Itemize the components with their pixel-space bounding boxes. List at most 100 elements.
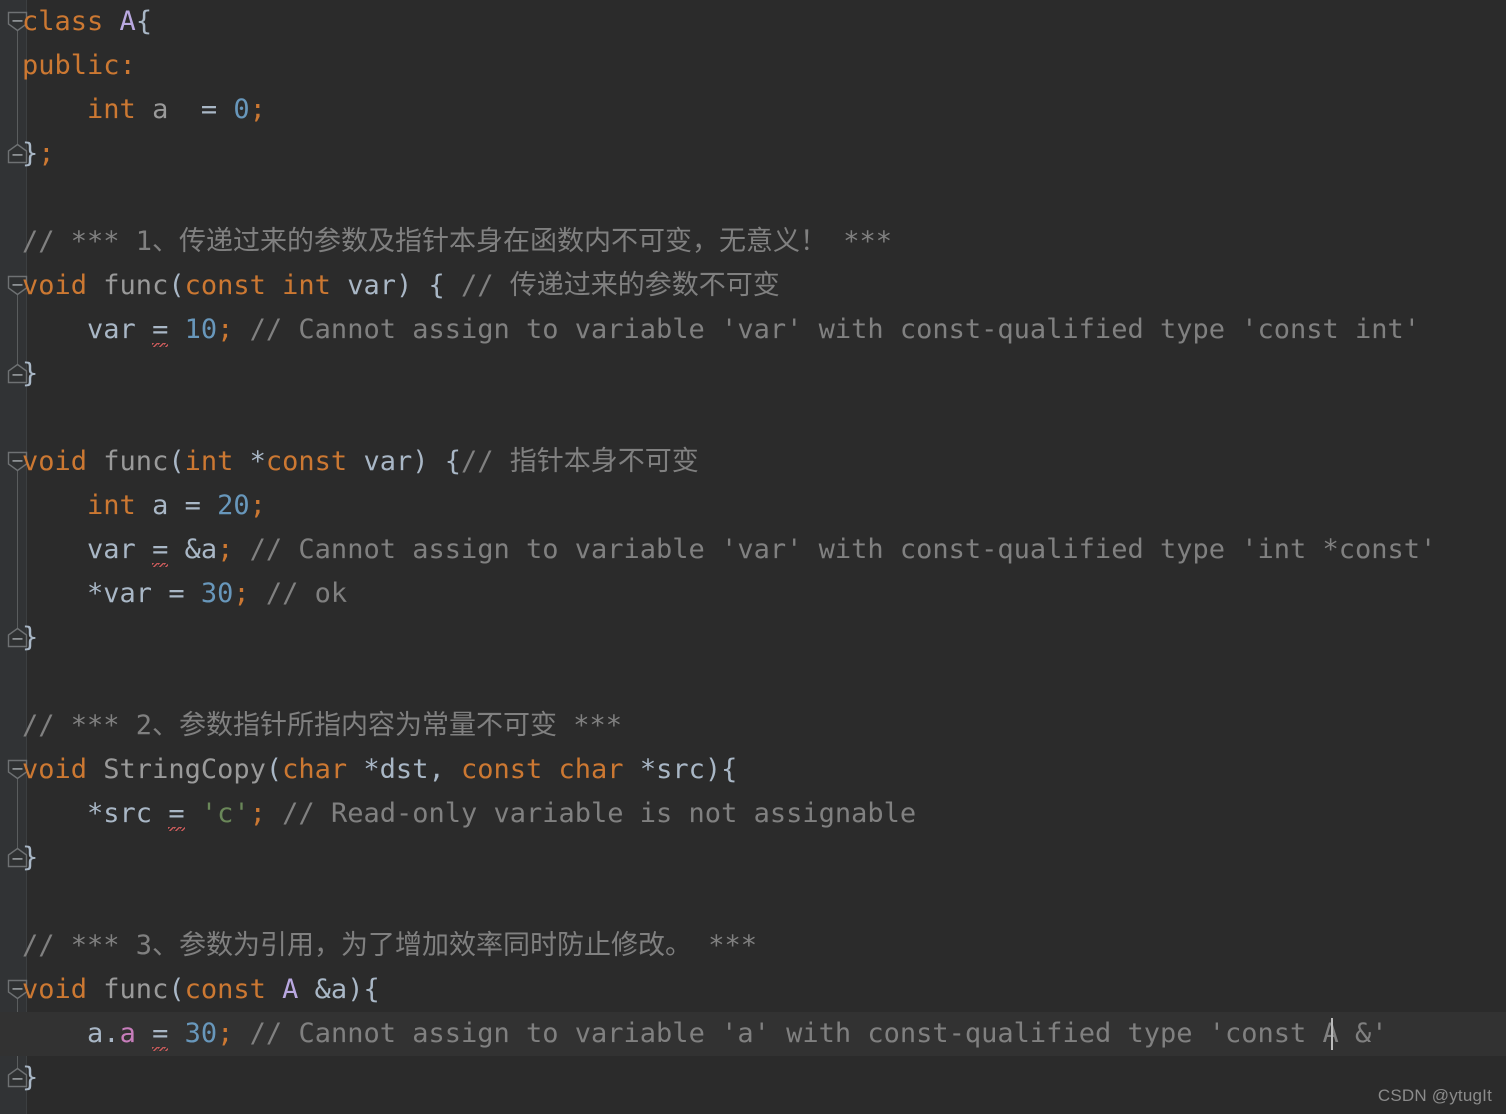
token-number-20: 20: [217, 490, 250, 521]
token-paren-close: ): [412, 446, 429, 477]
token-field-a: a: [152, 94, 169, 125]
token-brace-close: }: [22, 1062, 39, 1093]
token-keyword-const: const: [184, 974, 266, 1005]
code-line-20[interactable]: }: [0, 836, 1506, 880]
token-paren-open: (: [168, 446, 185, 477]
token-keyword-char: char: [282, 754, 348, 785]
code-line-2[interactable]: public:: [0, 44, 1506, 88]
token-assign-error: =: [152, 528, 169, 572]
code-editor[interactable]: class A{ public: int a = 0; }; // *** 1、…: [0, 0, 1506, 1114]
token-dot: .: [103, 1018, 120, 1049]
code-line-25[interactable]: }: [0, 1056, 1506, 1100]
token-class-name-a: A: [282, 974, 299, 1005]
token-ident-a: a: [152, 490, 169, 521]
token-semicolon: ;: [217, 1018, 234, 1049]
token-param-src: *src: [639, 754, 705, 785]
token-semicolon: ;: [217, 314, 234, 345]
token-assign: =: [168, 578, 185, 609]
token-ref-param-a: &a: [314, 974, 348, 1005]
comment-error-1: // Cannot assign to variable 'var' with …: [249, 314, 1421, 345]
code-line-9[interactable]: }: [0, 352, 1506, 396]
token-deref-var: *var: [87, 578, 153, 609]
token-address-of-a: &a: [184, 534, 218, 565]
token-brace-open: {: [444, 446, 462, 477]
token-assign-error: =: [152, 308, 169, 352]
token-brace-open: {: [135, 6, 153, 37]
token-keyword-public: public:: [22, 50, 136, 81]
token-deref-src: *src: [87, 798, 153, 829]
code-line-23[interactable]: void func(const A &a){: [0, 968, 1506, 1012]
token-assign-error: =: [168, 792, 185, 836]
token-keyword-char: char: [558, 754, 624, 785]
token-brace-close: }: [22, 138, 39, 169]
token-number-0: 0: [233, 94, 250, 125]
token-keyword-int: int: [184, 446, 234, 477]
token-number-30: 30: [200, 578, 234, 609]
token-char-literal: 'c': [200, 798, 250, 829]
code-line-10[interactable]: [0, 396, 1506, 440]
code-line-24[interactable]: a.a = 30; // Cannot assign to variable '…: [0, 1012, 1506, 1056]
code-line-13[interactable]: var = &a; // Cannot assign to variable '…: [0, 528, 1506, 572]
token-assign: =: [184, 490, 201, 521]
token-ident-var: var: [87, 534, 136, 565]
code-line-11[interactable]: void func(int *const var) {// 指针本身不可变: [0, 440, 1506, 484]
token-semicolon: ;: [249, 798, 266, 829]
code-line-7[interactable]: void func(const int var) { // 传递过来的参数不可变: [0, 264, 1506, 308]
token-assign-error: =: [152, 1012, 169, 1056]
token-param-var: var: [347, 270, 396, 301]
token-keyword-const: const: [460, 754, 543, 785]
code-content[interactable]: class A{ public: int a = 0; }; // *** 1、…: [0, 0, 1506, 1114]
token-member-a: a: [119, 1018, 136, 1049]
token-number-30: 30: [184, 1018, 218, 1049]
code-line-22[interactable]: // *** 3、参数为引用，为了增加效率同时防止修改。 ***: [0, 924, 1506, 968]
token-comma: ,: [428, 754, 445, 785]
token-ident-a: a: [87, 1018, 104, 1049]
code-line-19[interactable]: *src = 'c'; // Read-only variable is not…: [0, 792, 1506, 836]
code-line-8[interactable]: var = 10; // Cannot assign to variable '…: [0, 308, 1506, 352]
token-asterisk: *: [249, 446, 266, 477]
token-keyword-int: int: [87, 94, 136, 125]
code-line-1[interactable]: class A{: [0, 0, 1506, 44]
comment-error-2: // Cannot assign to variable 'var' with …: [249, 534, 1437, 565]
token-keyword-const: const: [184, 270, 266, 301]
code-line-12[interactable]: int a = 20;: [0, 484, 1506, 528]
code-line-16[interactable]: [0, 660, 1506, 704]
token-function-func: func: [103, 270, 169, 301]
token-function-func: func: [103, 446, 169, 477]
comment-section-1: // *** 1、传递过来的参数及指针本身在函数内不可变，无意义！ ***: [22, 226, 893, 257]
token-brace-open: {: [363, 974, 380, 1005]
token-paren-open: (: [168, 974, 185, 1005]
text-caret: [1331, 1018, 1333, 1050]
code-line-4[interactable]: };: [0, 132, 1506, 176]
code-line-3[interactable]: int a = 0;: [0, 88, 1506, 132]
token-keyword-void: void: [22, 974, 88, 1005]
token-function-func: func: [103, 974, 169, 1005]
token-keyword-int: int: [87, 490, 136, 521]
code-line-6[interactable]: // *** 1、传递过来的参数及指针本身在函数内不可变，无意义！ ***: [0, 220, 1506, 264]
token-semicolon: ;: [249, 94, 266, 125]
token-param-dst: *dst: [363, 754, 429, 785]
comment-ok: // ok: [265, 578, 348, 609]
code-line-14[interactable]: *var = 30; // ok: [0, 572, 1506, 616]
token-paren-open: (: [265, 754, 283, 785]
token-class-name-a: A: [119, 6, 136, 37]
code-line-17[interactable]: // *** 2、参数指针所指内容为常量不可变 ***: [0, 704, 1506, 748]
code-line-21[interactable]: [0, 880, 1506, 924]
token-brace-open: {: [721, 754, 738, 785]
comment-inline-1: // 传递过来的参数不可变: [461, 270, 780, 301]
comment-inline-2: // 指针本身不可变: [461, 446, 699, 477]
token-brace-close: }: [22, 842, 39, 873]
comment-error-3: // Read-only variable is not assignable: [282, 798, 917, 829]
token-semicolon: ;: [38, 138, 55, 169]
watermark: CSDN @ytugIt: [1377, 1086, 1492, 1105]
token-brace-open: {: [428, 270, 445, 301]
code-line-15[interactable]: }: [0, 616, 1506, 660]
token-paren-close: ): [395, 270, 413, 301]
token-keyword-int: int: [282, 270, 331, 301]
token-brace-close: }: [22, 622, 39, 653]
comment-section-2: // *** 2、参数指针所指内容为常量不可变 ***: [22, 710, 623, 741]
code-line-5[interactable]: [0, 176, 1506, 220]
code-line-18[interactable]: void StringCopy(char *dst, const char *s…: [0, 748, 1506, 792]
token-semicolon: ;: [217, 534, 234, 565]
token-semicolon: ;: [233, 578, 250, 609]
